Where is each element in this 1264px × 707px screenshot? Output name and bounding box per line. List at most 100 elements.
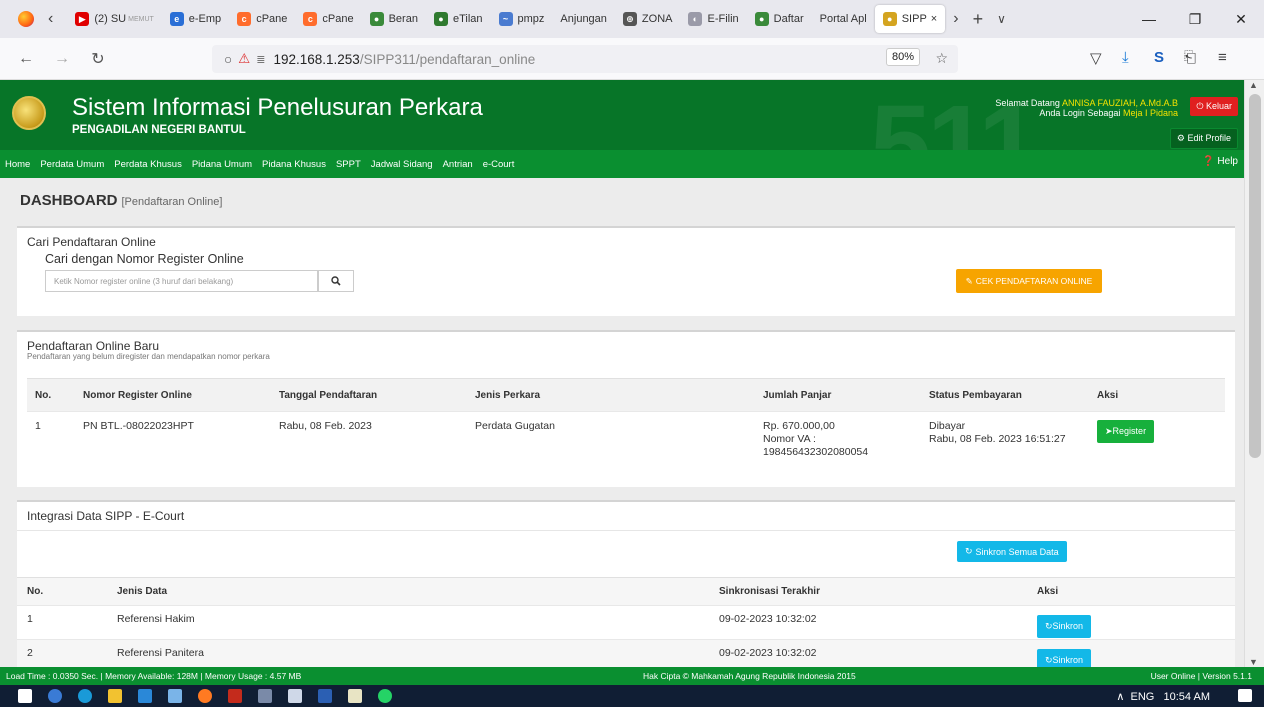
menu-item-jadwal-sidang[interactable]: Jadwal Sidang — [366, 159, 438, 170]
browser-tab[interactable]: Anjungan — [552, 5, 615, 33]
data-type: Referensi Panitera — [117, 647, 204, 659]
restore-icon[interactable]: ❐ — [1172, 0, 1218, 38]
back-icon[interactable]: ← — [16, 50, 36, 68]
scrollbar-thumb[interactable] — [1249, 94, 1261, 458]
browser-tab[interactable]: ● Beran — [362, 5, 426, 33]
tab-active[interactable]: ● SIPP × — [874, 5, 946, 33]
notes-icon[interactable] — [288, 689, 302, 703]
tab-scroll-right-icon[interactable]: › — [953, 10, 958, 28]
word-icon[interactable] — [318, 689, 332, 703]
bookmark-star-icon[interactable]: ☆ — [935, 50, 948, 67]
action-cell: ↻ Sinkron — [1029, 606, 1235, 640]
page-scrollbar[interactable]: ▲ ▼ — [1244, 80, 1264, 667]
new-tab-button[interactable]: + — [973, 9, 984, 30]
payment-status-date: Rabu, 08 Feb. 2023 16:51:27 — [929, 433, 1066, 445]
scroll-down-icon[interactable]: ▼ — [1249, 657, 1258, 667]
network-icon[interactable] — [258, 689, 272, 703]
close-tab-icon[interactable]: × — [931, 13, 937, 25]
browser-tab[interactable]: ● eTilan — [426, 5, 491, 33]
tab-favicon-icon: ~ — [498, 12, 513, 26]
menu-icon[interactable]: ≡ — [1218, 49, 1227, 66]
menu-item-pidana-umum[interactable]: Pidana Umum — [187, 159, 257, 170]
browser-tab[interactable]: c cPane — [229, 5, 295, 33]
notification-icon[interactable] — [1238, 689, 1252, 702]
sync-all-button[interactable]: ↻ Sinkron Semua Data — [957, 541, 1067, 562]
browser-tab-bar: ‹ ▶ (2) SU MEMUT e e-Emp c cPane c cPane ● Beran ● e… — [0, 0, 1264, 38]
not-secure-icon[interactable]: ⚠ — [238, 51, 250, 67]
downloads-icon[interactable]: ⤓ — [1122, 49, 1129, 66]
system-tray[interactable]: ∧ ENG 10:54 AM — [1116, 690, 1210, 703]
tab-label: (2) SU — [94, 13, 127, 25]
whatsapp-icon[interactable] — [378, 689, 392, 703]
menu-item-antrian[interactable]: Antrian — [438, 159, 478, 170]
refresh-icon: ↻ — [965, 546, 973, 556]
filezilla-icon[interactable] — [228, 689, 242, 703]
pocket-icon[interactable]: ▽ — [1090, 49, 1102, 67]
app-icon[interactable] — [138, 689, 152, 703]
browser-tab[interactable]: ~ pmpz — [491, 5, 553, 33]
file-explorer-icon[interactable] — [108, 689, 122, 703]
minimize-icon[interactable]: — — [1126, 0, 1172, 38]
tab-label: e-Emp — [188, 13, 222, 25]
reload-icon[interactable]: ↻ — [88, 49, 108, 69]
page-title: DASHBOARD [Pendaftaran Online] — [20, 192, 222, 209]
help-button[interactable]: ❓ Help — [1202, 156, 1238, 167]
menu-item-perdata-umum[interactable]: Perdata Umum — [35, 159, 109, 170]
menu-item-home[interactable]: Home — [0, 159, 35, 170]
browser-nav-bar: ← → ↻ ○ ⚠ ≣ 192.168.1.253/SIPP311/pendaf… — [0, 38, 1264, 80]
sync-button[interactable]: ↻ Sinkron — [1037, 615, 1092, 638]
tab-favicon-icon: c — [237, 12, 252, 26]
menu-item-sppt[interactable]: SPPT — [331, 159, 366, 170]
browser-tab[interactable]: e e-Emp — [162, 5, 229, 33]
browser-tab[interactable]: Portal Apl — [812, 5, 875, 33]
table-header: No. Jenis Data Sinkronisasi Terakhir Aksi — [17, 577, 1235, 606]
tab-list-button[interactable]: ∨ — [997, 12, 1006, 26]
firefox-taskbar-icon[interactable] — [198, 689, 212, 703]
clock[interactable]: 10:54 AM — [1164, 691, 1210, 703]
new-registration-title: Pendaftaran Online Baru — [27, 339, 160, 353]
tab-favicon-icon: ● — [433, 12, 448, 26]
extension-icon[interactable]: S — [1154, 49, 1164, 66]
column-header: Status Pembayaran — [929, 389, 1022, 401]
share-icon[interactable]: ⎗ — [1184, 49, 1196, 66]
forward-icon[interactable]: → — [52, 50, 72, 68]
check-registration-button[interactable]: ✎ CEK PENDAFTARAN ONLINE — [956, 269, 1102, 293]
search-taskbar-icon[interactable] — [48, 689, 62, 703]
firefox-icon[interactable] — [18, 11, 34, 27]
url-bar[interactable]: ○ ⚠ ≣ 192.168.1.253/SIPP311/pendaftaran_… — [212, 45, 958, 73]
menu-item-e-court[interactable]: e-Court — [478, 159, 520, 170]
browser-tab[interactable]: ⊕ ZONA — [615, 5, 681, 33]
data-type: Referensi Hakim — [117, 613, 195, 625]
browser-tab[interactable]: ◐ E-Filin — [680, 5, 746, 33]
page-info-icon[interactable]: ○ — [224, 52, 232, 67]
column-header: Jumlah Panjar — [763, 389, 832, 401]
permissions-icon[interactable]: ≣ — [256, 53, 265, 66]
menu-item-pidana-khusus[interactable]: Pidana Khusus — [257, 159, 331, 170]
register-search-input[interactable]: Ketik Nomor register online (3 huruf dar… — [45, 270, 318, 292]
tab-favicon-icon: e — [169, 12, 184, 26]
tab-scroll-left-icon[interactable]: ‹ — [48, 10, 53, 28]
logout-button[interactable]: ⏻ Keluar — [1190, 97, 1238, 116]
menu-item-perdata-khusus[interactable]: Perdata Khusus — [109, 159, 187, 170]
app-title: Sistem Informasi Penelusuran Perkara — [72, 94, 483, 121]
register-number: PN BTL.-08022023HPT — [83, 420, 194, 432]
url-host: 192.168.1.253 — [273, 51, 360, 67]
browser-tab[interactable]: ● Daftar — [747, 5, 812, 33]
edge-icon[interactable] — [78, 689, 92, 703]
browser-tab[interactable]: ▶ (2) SU MEMUT — [67, 5, 161, 33]
app-header: 511 Sistem Informasi Penelusuran Perkara… — [0, 80, 1264, 150]
register-button[interactable]: ➤ Register — [1097, 420, 1155, 443]
notepad-icon[interactable] — [348, 689, 362, 703]
sync-button[interactable]: ↻ Sinkron — [1037, 649, 1092, 667]
paint-icon[interactable] — [168, 689, 182, 703]
scroll-up-icon[interactable]: ▲ — [1249, 80, 1258, 90]
search-button[interactable] — [318, 270, 354, 292]
court-name: PENGADILAN NEGERI BANTUL — [72, 124, 246, 136]
language-indicator[interactable]: ENG — [1131, 691, 1155, 703]
close-window-icon[interactable]: ✕ — [1218, 0, 1264, 38]
zoom-level[interactable]: 80% — [885, 48, 920, 66]
footer-version[interactable]: User Online | Version 5.1.1 — [1151, 671, 1252, 681]
edit-profile-button[interactable]: ⚙ Edit Profile — [1169, 128, 1238, 149]
browser-tab[interactable]: c cPane — [295, 5, 361, 33]
windows-start-icon[interactable] — [18, 689, 32, 703]
